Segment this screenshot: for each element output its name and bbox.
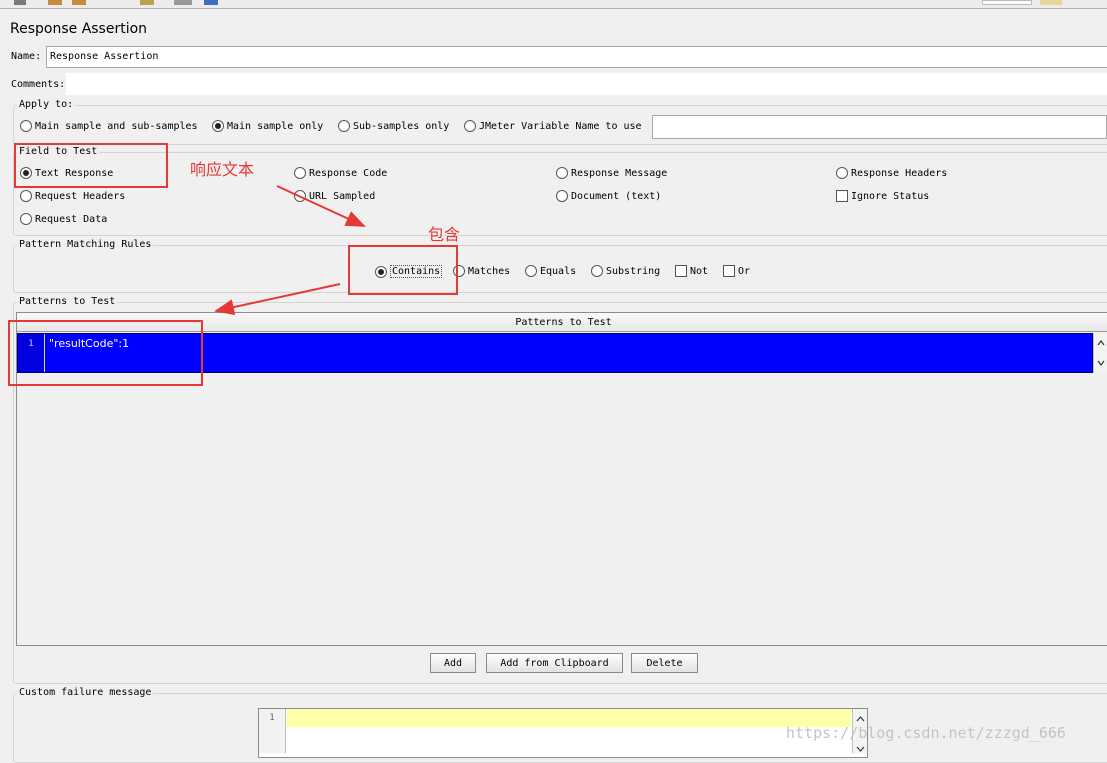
annotation-arrows <box>214 185 366 315</box>
arrow-to-contains <box>276 185 366 227</box>
arrow-to-pattern <box>214 283 341 315</box>
watermark: https://blog.csdn.net/zzzgd_666 <box>786 724 1066 742</box>
